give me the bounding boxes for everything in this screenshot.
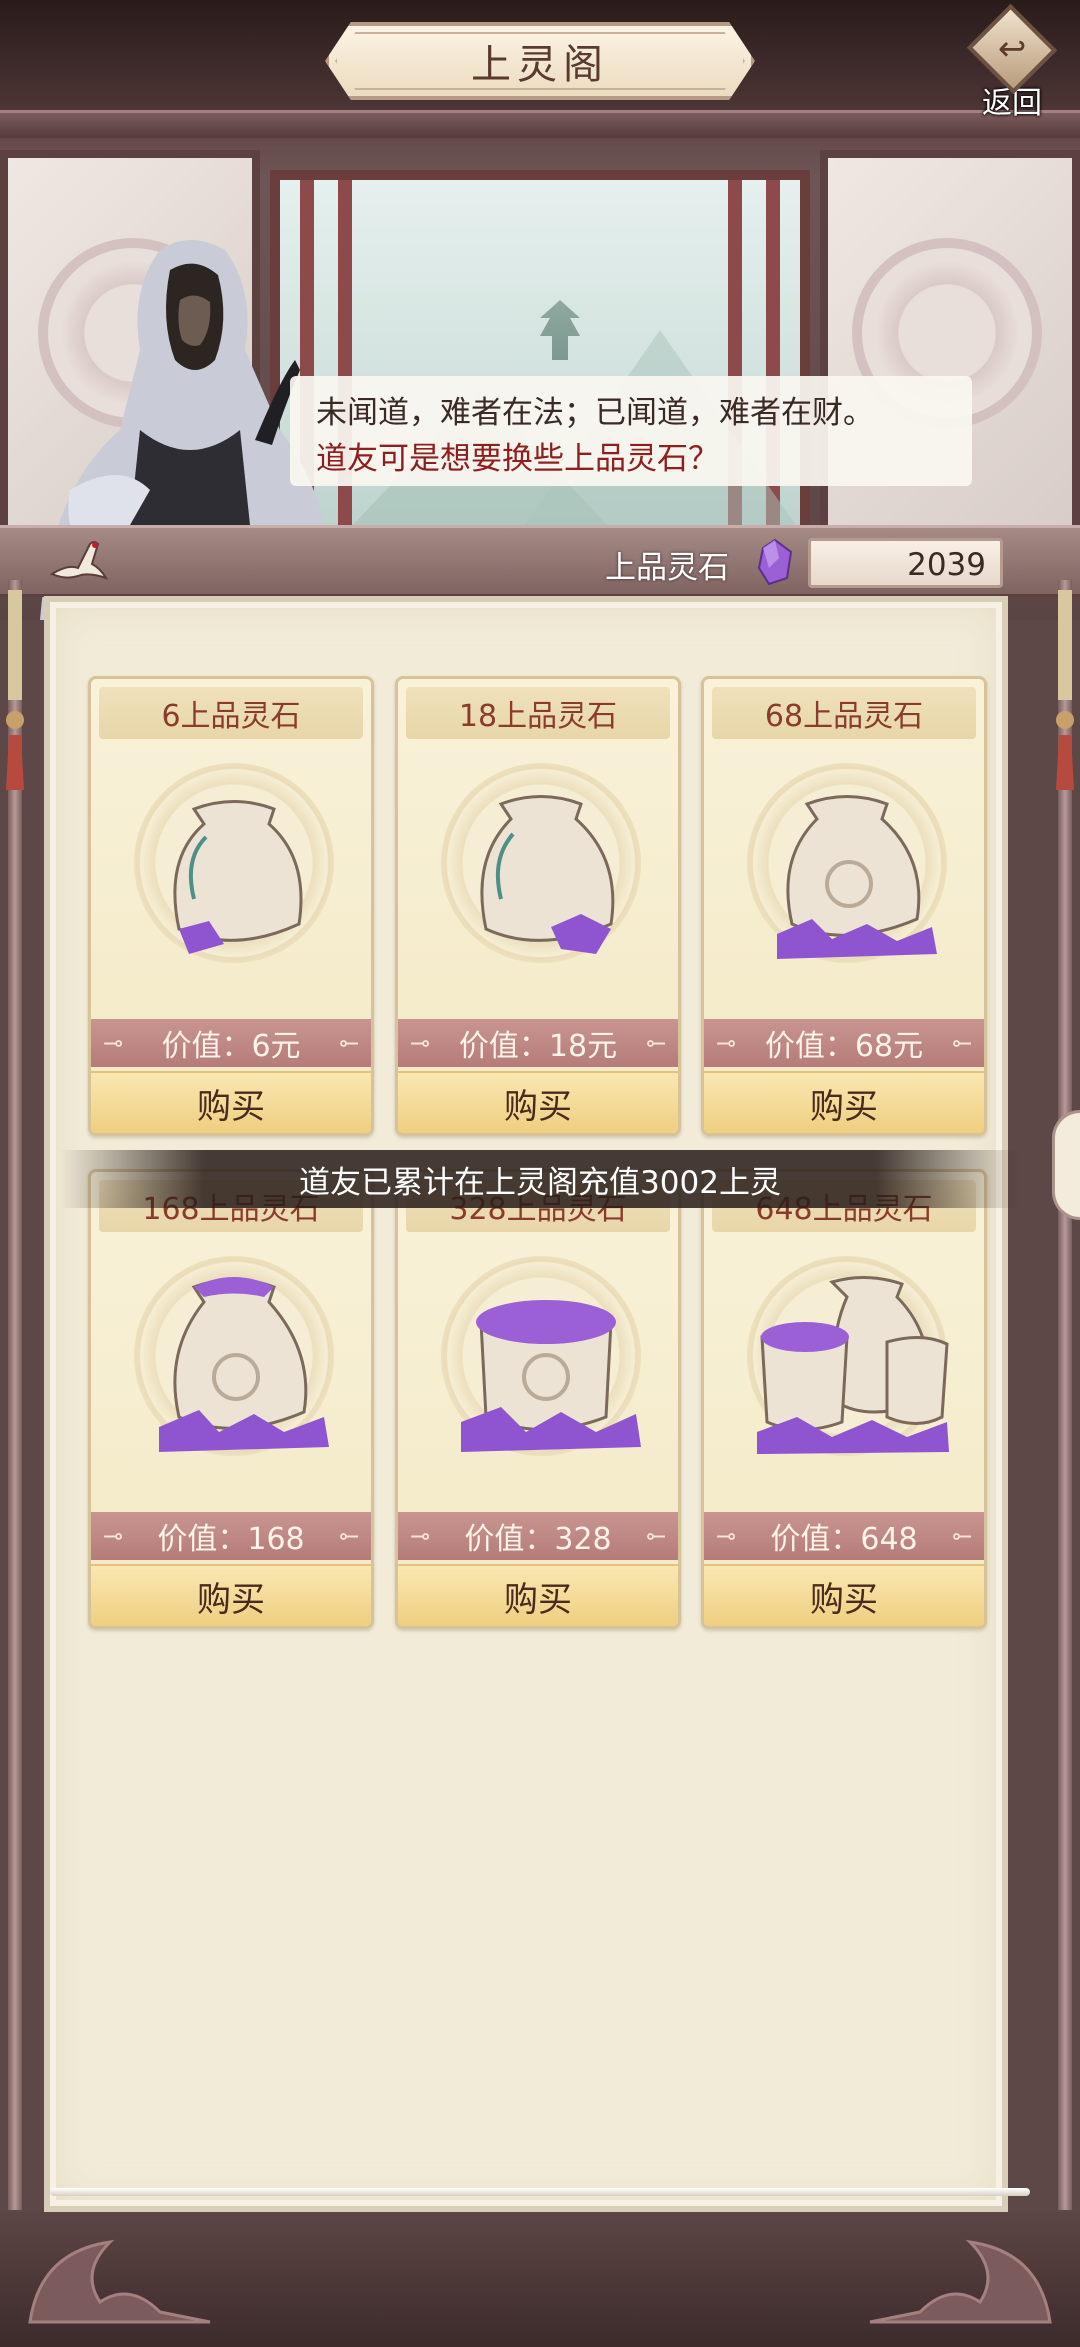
page-title-plaque: 上灵阁	[325, 22, 755, 100]
buy-button-label: 购买	[810, 1579, 878, 1620]
bottom-left-ornament	[28, 2239, 211, 2324]
side-pull-tab[interactable]	[1052, 1110, 1080, 1220]
product-card: 648上品灵石 价值：648 购买	[701, 1169, 987, 1629]
product-title: 6上品灵石	[161, 699, 301, 734]
landscape-window	[270, 170, 810, 570]
product-card: 18上品灵石 价值：18元 购买	[395, 676, 681, 1136]
product-card: 328上品灵石 价值：328 购买	[395, 1169, 681, 1629]
product-price-band: 价值：328	[398, 1512, 678, 1560]
crane-icon	[49, 541, 108, 580]
bottom-right-ornament	[869, 2239, 1052, 2324]
rod	[8, 580, 22, 2210]
currency-value: 2039	[808, 538, 1003, 588]
product-title-band: 6上品灵石	[99, 687, 363, 739]
product-price: 价值：648	[770, 1522, 918, 1557]
right-wall-panel	[820, 150, 1080, 570]
recharge-total-toast: 道友已累计在上灵阁充值3002上灵	[60, 1150, 1020, 1208]
spirit-stone-bag-icon	[173, 800, 303, 954]
buy-button[interactable]: 购买	[398, 1071, 678, 1133]
buy-button[interactable]: 购买	[91, 1564, 371, 1626]
buy-button[interactable]: 购买	[91, 1071, 371, 1133]
buy-button-label: 购买	[504, 1086, 572, 1127]
product-title: 68上品灵石	[764, 699, 924, 734]
product-price: 价值：68元	[764, 1029, 924, 1064]
bottom-frame	[0, 2212, 1080, 2347]
product-title: 18上品灵石	[458, 699, 618, 734]
rod	[1058, 580, 1072, 2210]
product-price: 价值：18元	[458, 1029, 618, 1064]
right-scroll-rod	[1050, 580, 1080, 2210]
buy-button-label: 购买	[504, 1579, 572, 1620]
buy-button[interactable]: 购买	[398, 1564, 678, 1626]
spirit-stone-bag-icon	[480, 795, 615, 954]
buy-button-label: 购买	[197, 1086, 265, 1127]
left-scroll-rod	[0, 580, 30, 2210]
toast-text: 道友已累计在上灵阁充值3002上灵	[299, 1164, 781, 1201]
dialog-line-2: 道友可是想要换些上品灵石？	[316, 441, 719, 477]
product-price: 价值：168	[157, 1522, 305, 1557]
currency-bar: 上品灵石 2039	[0, 525, 1080, 597]
product-title-band: 18上品灵石	[406, 687, 670, 739]
product-price: 价值：6元	[161, 1029, 301, 1064]
buy-button-label: 购买	[197, 1579, 265, 1620]
buy-button-label: 购买	[810, 1086, 878, 1127]
product-price-band: 价值：6元	[91, 1019, 371, 1067]
currency-label: 上品灵石	[605, 550, 729, 586]
spirit-stone-bag-icon	[757, 1275, 949, 1454]
spirit-stone-bag-icon	[461, 1300, 641, 1452]
product-price-band: 价值：18元	[398, 1019, 678, 1067]
product-price-band: 价值：68元	[704, 1019, 984, 1067]
product-price-band: 价值：648	[704, 1512, 984, 1560]
spirit-stone-bag-icon	[159, 1277, 329, 1452]
roof-beam	[0, 110, 1080, 138]
buy-button[interactable]: 购买	[704, 1071, 984, 1133]
spirit-stone-bag-icon	[777, 795, 937, 959]
tassel-ornament-right	[1056, 590, 1074, 790]
product-card: 68上品灵石 价值：68元 购买	[701, 676, 987, 1136]
product-card: 6上品灵石 价值：6元 购买	[88, 676, 374, 1136]
product-price: 价值：328	[464, 1522, 612, 1557]
back-arrow-icon: ↩	[966, 3, 1058, 95]
product-card: 168上品灵石 价值：168 购买	[88, 1169, 374, 1629]
dialog-line-1: 未闻道，难者在法；已闻道，难者在财。	[316, 395, 874, 431]
tassel-ornament-left	[6, 590, 24, 790]
rail	[50, 2188, 1030, 2196]
page-title: 上灵阁	[471, 42, 609, 88]
back-button[interactable]: ↩ 返回	[962, 3, 1062, 122]
buy-button[interactable]: 购买	[704, 1564, 984, 1626]
purple-spirit-stone-icon	[757, 538, 793, 586]
product-price-band: 价值：168	[91, 1512, 371, 1560]
npc-dialog-box: 未闻道，难者在法；已闻道，难者在财。 道友可是想要换些上品灵石？	[290, 376, 972, 486]
product-title-band: 68上品灵石	[712, 687, 976, 739]
